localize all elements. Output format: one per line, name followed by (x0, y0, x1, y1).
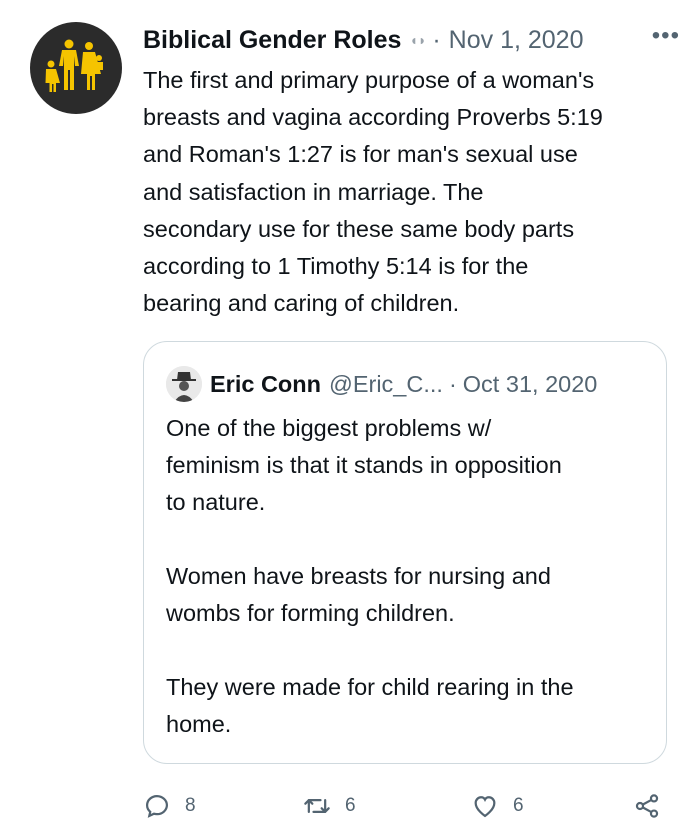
heart-icon (474, 796, 496, 818)
tweet-date[interactable]: Nov 1, 2020 (449, 26, 584, 55)
quoted-tweet[interactable]: Eric Conn @Eric_C... · Oct 31, 2020 One … (143, 341, 667, 764)
retweet-button[interactable]: 6 (303, 786, 356, 826)
like-button[interactable]: 6 (471, 786, 524, 826)
family-icon (45, 39, 103, 92)
separator-dot: · (448, 370, 457, 397)
reply-icon (145, 794, 169, 818)
quoted-tweet-date[interactable]: Oct 31, 2020 (463, 371, 598, 398)
author-avatar[interactable] (30, 22, 122, 114)
tweet-text: The first and primary purpose of a woman… (143, 67, 603, 317)
reply-button[interactable]: 8 (143, 786, 196, 826)
retweet-count: 6 (345, 795, 356, 816)
quoted-author-avatar[interactable] (166, 366, 202, 402)
retweet-icon (304, 799, 330, 813)
share-button[interactable] (633, 786, 661, 826)
quoted-tweet-header: Eric Conn @Eric_C... · Oct 31, 2020 (166, 366, 650, 402)
cowboy-avatar-icon (166, 366, 202, 402)
reply-count: 8 (185, 795, 196, 816)
tweet-header: Biblical Gender Roles ◖◗ · Nov 1, 2020 •… (143, 22, 680, 58)
quoted-author-handle[interactable]: @Eric_C... (329, 371, 443, 398)
quoted-author-name[interactable]: Eric Conn (210, 371, 321, 398)
share-icon (635, 794, 659, 818)
separator-dot: · (432, 25, 441, 54)
quoted-tweet-text: One of the biggest problems w/ feminism … (166, 415, 574, 737)
verified-icon: ◖◗ (409, 32, 427, 48)
like-count: 6 (513, 795, 524, 816)
tweet-actions: 8 6 6 (143, 786, 673, 826)
more-options-icon[interactable]: ••• (652, 24, 680, 56)
author-name[interactable]: Biblical Gender Roles (143, 26, 401, 55)
